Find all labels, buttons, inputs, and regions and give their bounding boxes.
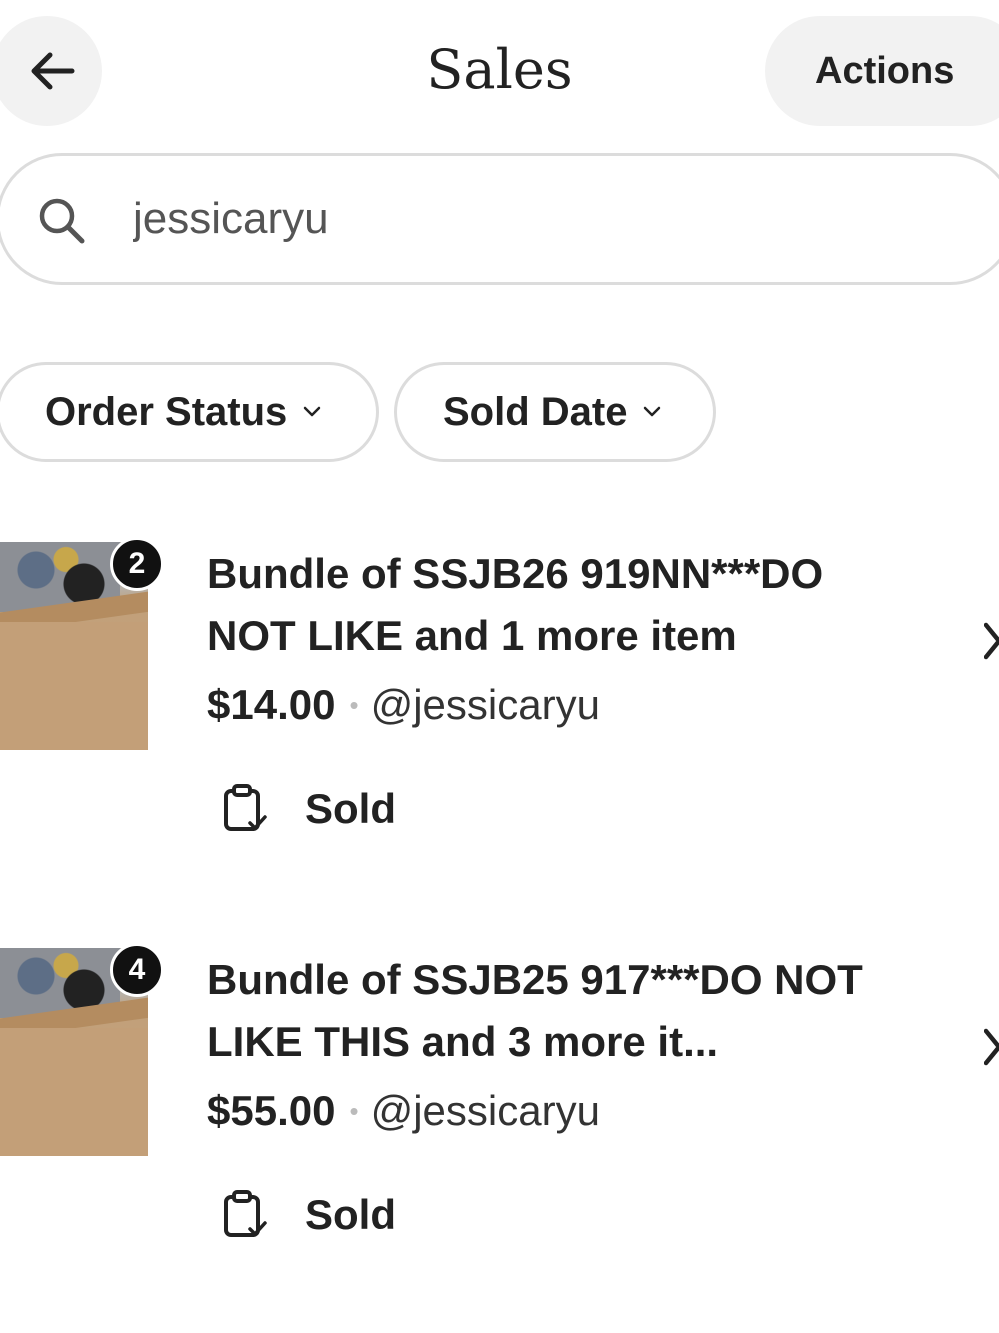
order-status: Sold xyxy=(222,1189,396,1241)
sold-date-filter[interactable]: Sold Date xyxy=(394,362,716,462)
buyer-username: @jessicaryu xyxy=(370,1087,600,1134)
order-status-label: Order Status xyxy=(45,389,288,434)
search-icon xyxy=(39,198,85,244)
order-meta: $14.00 • @jessicaryu xyxy=(207,681,600,729)
order-title: Bundle of SSJB25 917***DO NOT LIKE THIS … xyxy=(207,956,863,1065)
order-row[interactable]: 4 Bundle of SSJB25 917***DO NOT LIKE THI… xyxy=(0,943,999,1273)
status-label: Sold xyxy=(305,1191,396,1238)
order-meta: $55.00 • @jessicaryu xyxy=(207,1087,600,1135)
separator-dot: • xyxy=(349,1095,359,1126)
search-input[interactable] xyxy=(133,186,933,252)
separator-dot: • xyxy=(349,689,359,720)
sold-date-label: Sold Date xyxy=(443,389,628,434)
clipboard-check-icon xyxy=(224,1190,267,1237)
order-status: Sold xyxy=(222,783,396,835)
order-price: $55.00 xyxy=(207,1087,336,1134)
app-header: Sales Actions xyxy=(0,0,999,140)
chevron-right-icon xyxy=(984,1028,999,1066)
item-count-badge: 4 xyxy=(110,943,164,997)
clipboard-check-icon xyxy=(224,784,267,831)
status-label: Sold xyxy=(305,785,396,832)
actions-button[interactable]: Actions xyxy=(765,16,999,126)
search-bar[interactable] xyxy=(0,153,999,285)
order-title: Bundle of SSJB26 919NN***DO NOT LIKE and… xyxy=(207,550,824,659)
chevron-down-icon xyxy=(644,406,661,417)
buyer-username: @jessicaryu xyxy=(370,681,600,728)
order-price: $14.00 xyxy=(207,681,336,728)
order-status-filter[interactable]: Order Status xyxy=(0,362,379,462)
chevron-down-icon xyxy=(304,406,321,417)
item-count-badge: 2 xyxy=(110,537,164,591)
chevron-right-icon xyxy=(984,622,999,660)
order-row[interactable]: 2 Bundle of SSJB26 919NN***DO NOT LIKE a… xyxy=(0,537,999,867)
